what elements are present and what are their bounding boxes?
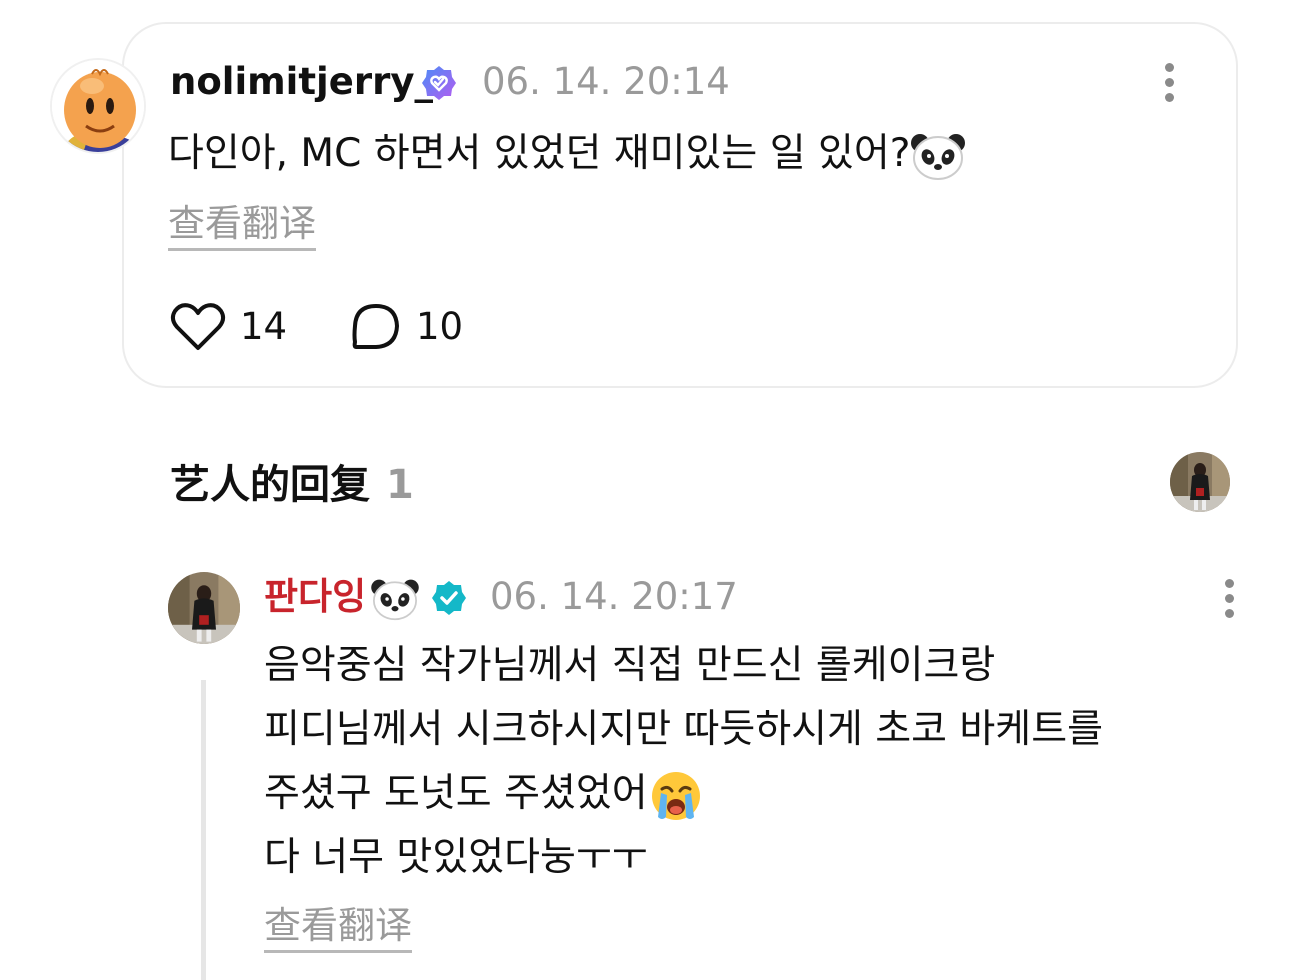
fan-username[interactable]: nolimitjerry_ [170,60,433,104]
reply-count: 10 [416,305,464,348]
artist-replies-title: 艺人的回复 [170,462,370,508]
artist-reply-text: 음악중심 작가님께서 직접 만드신 롤케이크랑 피디님께서 시크하시지만 따듯하… [264,634,1103,890]
panda-face-icon [371,579,419,620]
artist-photo-image [1170,452,1230,512]
artist-photo-image [168,572,240,644]
like-button[interactable]: 14 [170,302,287,352]
fan-avatar[interactable] [50,58,146,154]
artist-replies-heading: 艺人的回复 1 [170,460,414,510]
reply-button[interactable]: 10 [350,302,463,352]
artist-reply-line: 음악중심 작가님께서 직접 만드신 롤케이크랑 [264,643,996,688]
fan-post-timestamp: 06. 14. 20:14 [482,60,730,103]
fan-translate-link[interactable]: 查看翻译 [168,202,316,251]
reply-thread-line [201,680,206,980]
heart-icon [170,303,226,350]
fan-post-text-row: 다인아, MC 하면서 있었던 재미있는 일 있어? [168,122,966,186]
artist-reply-timestamp: 06. 14. 20:17 [490,575,738,618]
artist-replies-count: 1 [386,462,414,508]
fan-post-more-icon[interactable] [1155,58,1185,108]
artist-avatar[interactable] [168,572,240,644]
artist-reply-line: 피디님께서 시크하시지만 따듯하시게 초코 바케트를 [264,707,1103,752]
verified-badge-icon [432,581,466,615]
artist-mini-avatar[interactable] [1170,452,1230,512]
bald-character-avatar-image [52,60,144,152]
verified-badge-icon [422,66,456,100]
artist-username[interactable]: 판다잉 [264,575,366,618]
fan-post-text: 다인아, MC 하면서 있었던 재미있는 일 있어? [168,131,911,176]
artist-reply-line-with-emoji: 주셨구 도넛도 주셨었어 [264,762,1103,826]
artist-reply-line: 다 너무 맛있었다눙ㅜㅜ [264,835,648,880]
loudly-crying-face-icon [651,771,700,820]
artist-reply-more-icon[interactable] [1215,574,1245,624]
like-count: 14 [240,305,288,348]
artist-reply-line: 주셨구 도넛도 주셨었어 [264,771,648,816]
panda-face-icon [911,133,966,180]
artist-translate-link[interactable]: 查看翻译 [264,904,412,953]
comment-bubble-icon [352,304,399,349]
artist-username-row[interactable]: 판다잉 [264,575,420,621]
